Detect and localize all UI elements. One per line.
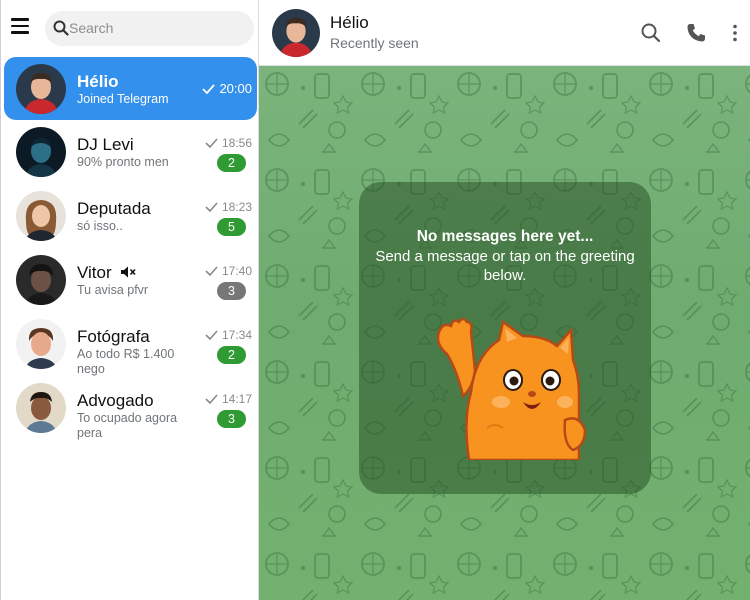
chat-item-vitor[interactable]: Vitor Tu avisa pfvr 17:40 3 [4,248,257,311]
chat-preview: só isso.. [77,219,123,233]
unread-badge: 3 [217,410,246,428]
chat-item-fotografa[interactable]: Fotógrafa Ao todo R$ 1.400 nego 17:34 2 [4,312,257,376]
search-input[interactable] [69,17,239,39]
check-icon [205,330,218,340]
chat-preview: 90% pronto men [77,155,169,169]
check-icon [205,394,218,404]
chat-list-sidebar: Hélio Joined Telegram 20:00 DJ Levi 90% … [0,0,259,600]
greeting-sticker[interactable] [429,310,589,460]
empty-title: No messages here yet... [416,228,594,245]
sidebar-header [1,0,259,56]
chat-name-row: Vitor [77,263,136,283]
search-icon[interactable] [640,22,662,44]
chat-preview: To ocupado agora pera [77,411,178,440]
empty-text: Send a message or tap on the greeting be… [375,248,635,284]
chat-name: Advogado [77,391,154,410]
chat-preview: Tu avisa pfvr [77,283,149,297]
avatar [16,191,66,241]
chat-name: Deputada [77,199,151,218]
chat-item-advogado[interactable]: Advogado To ocupado agora pera 14:17 3 [4,376,257,440]
unread-badge: 2 [217,154,246,172]
chat-time: 20:00 [219,81,252,96]
check-icon [202,83,216,94]
chat-time-row: 18:56 [205,136,252,150]
menu-icon[interactable] [11,18,29,34]
check-icon [205,202,218,212]
search-box[interactable] [45,11,254,46]
chat-time-row: 18:23 [205,200,252,214]
avatar [16,319,66,369]
avatar [16,383,66,433]
empty-chat-placeholder: No messages here yet... Send a message o… [359,182,651,494]
unread-badge: 5 [217,218,246,236]
chat-name: Fotógrafa [77,327,150,346]
chat-name: DJ Levi [77,135,134,154]
search-icon [53,20,69,36]
chat-preview: Joined Telegram [77,92,169,106]
phone-icon[interactable] [685,22,707,44]
chat-preview: Ao todo R$ 1.400 nego [77,347,175,376]
chat-time-row: 20:00 [202,81,252,96]
chat-time-row: 14:17 [205,392,252,406]
avatar [16,64,66,114]
header-status: Recently seen [330,35,419,51]
header-name[interactable]: Hélio [330,13,369,33]
chat-background: No messages here yet... Send a message o… [259,66,750,600]
unread-badge: 2 [217,346,246,364]
chat-name: Hélio [77,72,119,91]
chat-item-deputada[interactable]: Deputada só isso.. 18:23 5 [4,184,257,247]
chat-time-row: 17:40 [205,264,252,278]
chat-time: 18:56 [221,136,252,150]
avatar[interactable] [272,9,320,57]
avatar [16,255,66,305]
avatar [16,127,66,177]
chat-time: 18:23 [221,200,252,214]
unread-badge: 3 [217,282,246,300]
chat-name: Vitor [77,263,112,282]
chat-time-row: 17:34 [205,328,252,342]
chat-time: 17:34 [221,328,252,342]
chat-header: Hélio Recently seen [259,0,750,66]
check-icon [205,266,218,276]
chat-item-helio[interactable]: Hélio Joined Telegram 20:00 [4,57,257,120]
mute-icon [121,266,136,278]
check-icon [205,138,218,148]
chat-time: 14:17 [221,392,252,406]
chat-item-dj-levi[interactable]: DJ Levi 90% pronto men 18:56 2 [4,120,257,183]
chat-time: 17:40 [221,264,252,278]
more-icon[interactable] [724,22,746,44]
